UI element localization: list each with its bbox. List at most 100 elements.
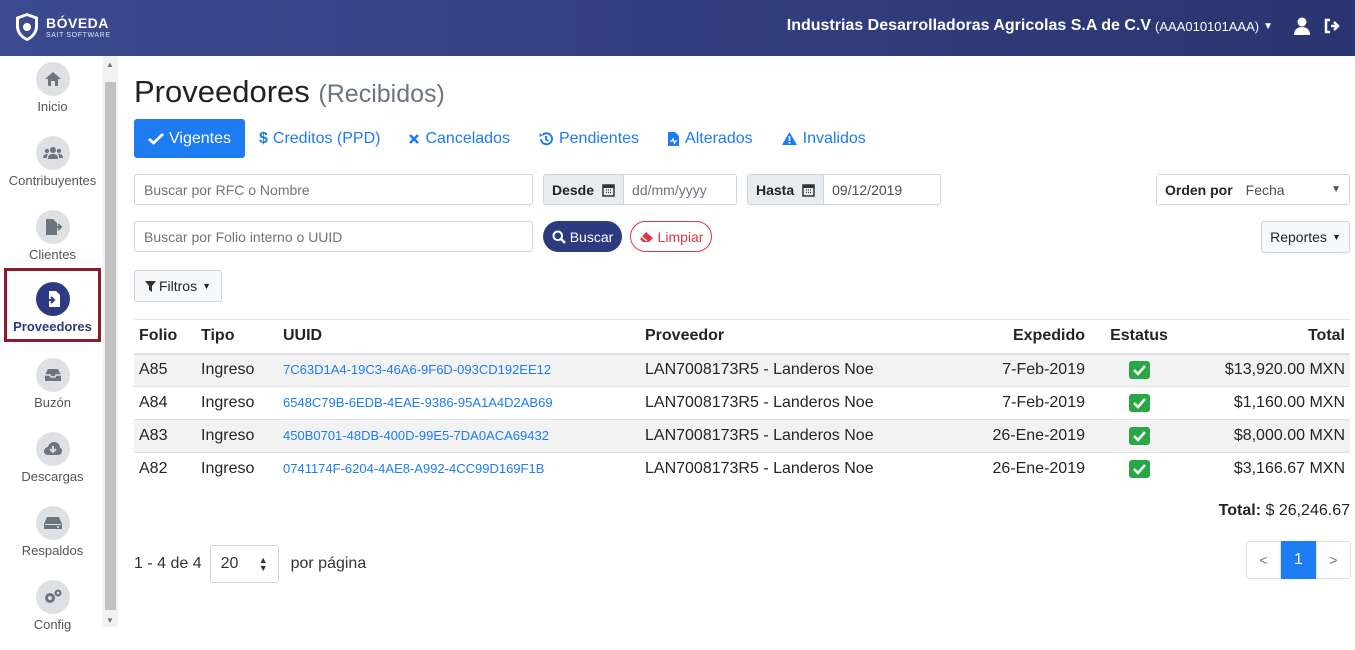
- filter-icon: [144, 280, 156, 292]
- cell-total: $1,160.00 MXN: [1188, 386, 1350, 420]
- orden-value: Fecha ▼: [1241, 175, 1349, 204]
- user-icon[interactable]: [1293, 16, 1311, 36]
- times-icon: [409, 133, 420, 144]
- sidebar-item-inicio[interactable]: Inicio: [4, 58, 101, 132]
- cell-total: $13,920.00 MXN: [1188, 353, 1350, 387]
- reportes-label: Reportes: [1270, 229, 1327, 245]
- cell-proveedor: LAN7008173R5 - Landeros Noe: [640, 386, 890, 420]
- buscar-button[interactable]: Buscar: [543, 221, 622, 252]
- desde-label: Desde: [552, 181, 595, 198]
- cell-estatus: [1090, 353, 1188, 387]
- uuid-link[interactable]: 0741174F-6204-4AE8-A992-4CC99D169F1B: [283, 461, 544, 476]
- tab-label: Alterados: [685, 129, 753, 147]
- tab-cancelados[interactable]: Cancelados: [394, 119, 524, 158]
- tab-pendientes[interactable]: Pendientes: [524, 119, 653, 158]
- col-tipo[interactable]: Tipo: [196, 319, 278, 355]
- tab-label: Cancelados: [425, 129, 510, 147]
- top-bar: BÓVEDA SAIT SOFTWARE Industrias Desarrol…: [0, 0, 1355, 56]
- prev-page-button[interactable]: <: [1246, 541, 1281, 579]
- cell-expedido: 26-Ene-2019: [890, 452, 1090, 486]
- sidebar-item-descargas[interactable]: Descargas: [4, 428, 101, 502]
- tab-label: Invalidos: [802, 129, 866, 147]
- check-square-icon: [1128, 393, 1150, 412]
- page-button-current[interactable]: 1: [1281, 541, 1316, 579]
- reportes-button[interactable]: Reportes ▼: [1261, 221, 1350, 253]
- sidebar-item-config[interactable]: Config: [4, 576, 101, 650]
- table-row[interactable]: A82 Ingreso 0741174F-6204-4AE8-A992-4CC9…: [134, 452, 1350, 486]
- brand-name: BÓVEDA: [46, 14, 109, 31]
- sidebar-item-label: Descargas: [21, 469, 84, 484]
- orden-select[interactable]: Orden por Fecha ▼: [1156, 174, 1350, 205]
- table-header-row: Folio Tipo UUID Proveedor Expedido Estat…: [134, 319, 1350, 355]
- tab-vigentes[interactable]: Vigentes: [134, 119, 245, 158]
- sidebar-item-contribuyentes[interactable]: Contribuyentes: [4, 132, 101, 206]
- uuid-link[interactable]: 7C63D1A4-19C3-46A6-9F6D-093CD192EE12: [283, 362, 551, 377]
- shield-logo-icon: [16, 13, 38, 41]
- sidebar-item-label: Inicio: [37, 99, 68, 114]
- hasta-label: Hasta: [756, 181, 795, 198]
- cell-proveedor: LAN7008173R5 - Landeros Noe: [640, 419, 890, 453]
- calendar-icon: [602, 183, 615, 197]
- tab-label: Pendientes: [558, 129, 640, 147]
- sidebar-item-label: Buzón: [34, 395, 71, 410]
- tab-invalidos[interactable]: Invalidos: [767, 119, 880, 158]
- table-row[interactable]: A85 Ingreso 7C63D1A4-19C3-46A6-9F6D-093C…: [134, 353, 1350, 387]
- company-selector[interactable]: Industrias Desarrolladoras Agricolas S.A…: [787, 17, 1273, 35]
- col-proveedor[interactable]: Proveedor: [640, 319, 890, 355]
- filtros-button[interactable]: Filtros ▼: [134, 270, 222, 302]
- scrollbar-thumb[interactable]: [105, 82, 116, 610]
- sidebar-item-label: Contribuyentes: [8, 173, 97, 188]
- tab-creditos[interactable]: $ Creditos (PPD): [245, 119, 394, 158]
- check-square-icon: [1128, 426, 1150, 445]
- cell-uuid: 450B0701-48DB-400D-99E5-7DA0ACA69432: [278, 419, 640, 453]
- record-range: 1 - 4 de 4: [134, 555, 202, 572]
- uuid-link[interactable]: 450B0701-48DB-400D-99E5-7DA0ACA69432: [283, 428, 549, 443]
- brand-logo[interactable]: BÓVEDA SAIT SOFTWARE: [14, 12, 111, 42]
- cell-expedido: 7-Feb-2019: [890, 353, 1090, 387]
- chevron-down-icon: ▼: [1263, 20, 1273, 32]
- cell-tipo: Ingreso: [196, 419, 278, 453]
- scroll-down-arrow-icon[interactable]: ▼: [106, 616, 114, 625]
- uuid-link[interactable]: 6548C79B-6EDB-4EAE-9386-95A1A4D2AB69: [283, 395, 553, 410]
- cell-estatus: [1090, 452, 1188, 486]
- search-folio-input[interactable]: [134, 221, 533, 252]
- main-content: Proveedores (Recibidos) Vigentes $ Credi…: [118, 56, 1355, 627]
- sidebar-item-label: Proveedores: [13, 319, 92, 334]
- buscar-label: Buscar: [569, 228, 614, 245]
- file-medical-icon: [668, 131, 680, 146]
- chevron-down-icon: ▼: [1331, 184, 1341, 195]
- sidebar-item-buzon[interactable]: Buzón: [4, 354, 101, 428]
- hasta-date-input[interactable]: [824, 175, 940, 204]
- pagination: < 1 >: [1246, 541, 1351, 579]
- sign-out-icon[interactable]: [1323, 16, 1341, 36]
- search-rfc-input[interactable]: [134, 174, 533, 205]
- hasta-date-group: Hasta: [747, 174, 941, 205]
- tab-alterados[interactable]: Alterados: [653, 119, 767, 158]
- per-page-select[interactable]: 20 ▲ ▼: [209, 545, 279, 583]
- col-total[interactable]: Total: [1188, 319, 1350, 355]
- grand-total: Total: $ 26,246.67: [1219, 502, 1350, 520]
- desde-label-group: Desde: [544, 175, 625, 204]
- page-title-text: Proveedores: [134, 74, 310, 109]
- table-row[interactable]: A84 Ingreso 6548C79B-6EDB-4EAE-9386-95A1…: [134, 386, 1350, 420]
- next-page-button[interactable]: >: [1316, 541, 1351, 579]
- page-title: Proveedores (Recibidos): [134, 74, 445, 110]
- sidebar-item-respaldos[interactable]: Respaldos: [4, 502, 101, 576]
- check-square-icon: [1128, 361, 1150, 380]
- desde-date-group: Desde: [543, 174, 737, 205]
- sidebar-item-label: Config: [33, 617, 72, 632]
- cloud-download-icon: [43, 442, 62, 455]
- scroll-up-arrow-icon[interactable]: ▲: [106, 60, 114, 69]
- desde-date-input[interactable]: [624, 175, 736, 204]
- total-label: Total:: [1218, 502, 1262, 519]
- col-folio[interactable]: Folio: [134, 319, 196, 355]
- sidebar-item-proveedores[interactable]: Proveedores: [4, 268, 101, 342]
- limpiar-button[interactable]: Limpiar: [630, 221, 712, 252]
- col-uuid[interactable]: UUID: [278, 319, 640, 355]
- eraser-icon: [639, 231, 653, 242]
- col-expedido[interactable]: Expedido: [890, 319, 1090, 355]
- chevron-down-icon: ▼: [202, 281, 212, 291]
- table-row[interactable]: A83 Ingreso 450B0701-48DB-400D-99E5-7DA0…: [134, 419, 1350, 453]
- sidebar-scrollbar[interactable]: ▲ ▼: [103, 56, 118, 627]
- col-estatus[interactable]: Estatus: [1090, 319, 1188, 355]
